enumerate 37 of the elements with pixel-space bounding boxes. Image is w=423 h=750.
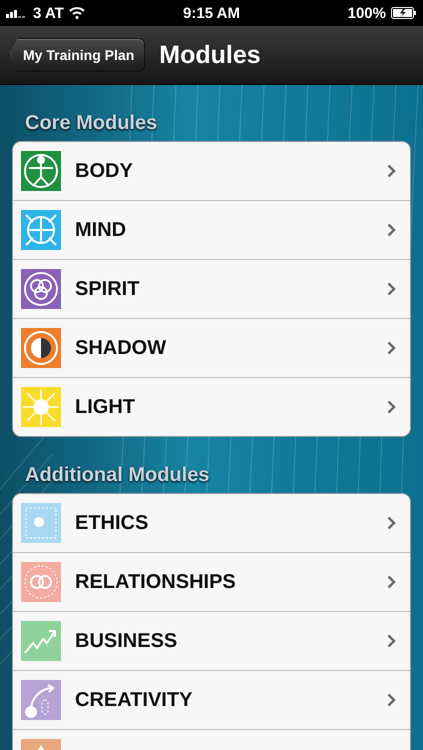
module-row[interactable]: ETHICS [13,494,410,553]
module-name: LIGHT [75,396,136,418]
module-name: BODY [75,160,134,182]
section-header: Core Modules [24,111,158,136]
back-button[interactable]: My Training Plan [8,38,146,72]
battery-icon [391,7,417,19]
module-name: SHADOW [75,336,168,360]
chevron-icon [387,164,396,178]
module-row[interactable]: LIGHT [13,378,410,436]
wifi-icon [68,7,85,19]
module-name: RELATIONSHIPS [75,570,237,594]
chevron-icon [387,693,396,707]
module-name: ETHICS [75,512,150,534]
chevron-icon [387,223,396,237]
section-header: Additional Modules [24,463,210,488]
chevron-icon [387,341,396,355]
module-name: CREATIVITY [75,688,194,712]
module-row[interactable]: SPIRIT [13,260,410,319]
module-name: BUSINESS [75,630,178,652]
module-name: SPIRIT [75,278,140,300]
battery-percent: 100% [348,4,386,22]
module-row[interactable]: CREATIVITY [13,671,410,730]
chevron-icon [387,634,396,648]
module-row[interactable]: RELATIONSHIPS [13,553,410,612]
module-row[interactable]: BODY [13,142,410,201]
carrier-name: 3 AT [33,4,64,22]
chevron-icon [387,575,396,589]
screen-title: Modules [159,40,261,70]
module-name: MIND [75,218,128,242]
signal-icon [6,8,28,18]
module-row[interactable]: SHADOW [13,319,410,378]
chevron-icon [387,282,396,296]
clock-time: 9:15 AM [183,4,240,22]
chevron-icon [387,400,396,414]
chevron-icon [387,516,396,530]
module-row[interactable]: BUSINESS [13,612,410,671]
module-row[interactable]: MIND [13,201,410,260]
